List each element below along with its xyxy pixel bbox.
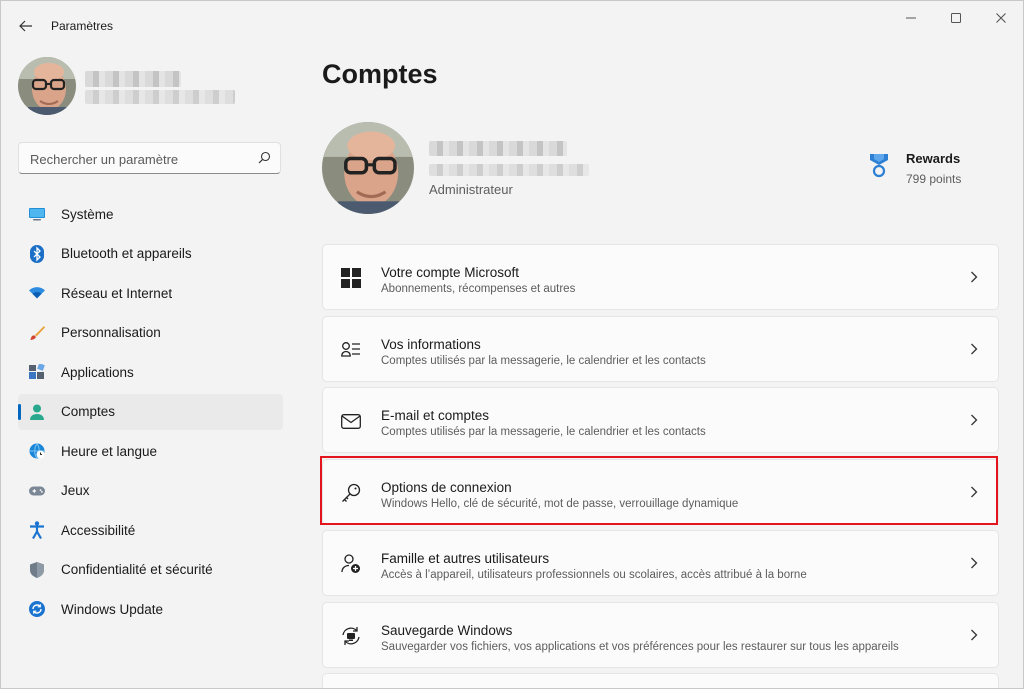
card-sauvegarde-windows[interactable]: Sauvegarde Windows Sauvegarder vos fichi… <box>322 601 999 668</box>
account-email-redacted <box>429 164 589 176</box>
card-subtitle: Sauvegarder vos fichiers, vos applicatio… <box>381 640 899 653</box>
card-subtitle: Comptes utilisés par la messagerie, le c… <box>381 426 706 438</box>
chevron-right-icon <box>971 557 978 569</box>
sidebar-nav: Système Bluetooth et appareils Réseau et… <box>18 196 283 631</box>
sidebar-item-label: Comptes <box>61 404 116 419</box>
sidebar-item-applications[interactable]: Applications <box>18 354 283 390</box>
rewards-title[interactable]: Rewards <box>906 151 960 166</box>
page-title: Comptes <box>322 59 438 89</box>
sidebar-item-personnalisation[interactable]: Personnalisation <box>18 315 283 351</box>
chevron-right-icon <box>971 271 978 283</box>
back-button[interactable] <box>13 13 39 39</box>
sidebar-item-label: Bluetooth et appareils <box>61 246 192 261</box>
sidebar-item-label: Réseau et Internet <box>61 285 173 301</box>
settings-window: Paramètres S <box>0 0 1024 689</box>
globe-clock-icon <box>29 443 45 459</box>
sidebar-item-label: Applications <box>61 364 134 380</box>
mail-icon <box>340 410 362 432</box>
sidebar-item-confidentialite[interactable]: Confidentialité et sécurité <box>18 552 283 588</box>
sidebar-item-comptes[interactable]: Comptes <box>18 393 283 430</box>
maximize-button[interactable] <box>941 9 971 27</box>
key-icon <box>340 482 362 504</box>
windows-logo-icon <box>340 267 362 289</box>
sidebar-item-label: Heure et langue <box>61 443 158 459</box>
sidebar-item-jeux[interactable]: Jeux <box>18 473 283 509</box>
sidebar-item-accessibilite[interactable]: Accessibilité <box>18 512 283 548</box>
chevron-right-icon <box>971 343 978 354</box>
card-next-partial[interactable] <box>322 673 999 688</box>
card-title: E-mail et comptes <box>381 408 490 423</box>
account-role: Administrateur <box>429 182 513 197</box>
card-email-comptes[interactable]: E-mail et comptes Comptes utilisés par l… <box>322 387 999 453</box>
sidebar-item-bluetooth[interactable]: Bluetooth et appareils <box>18 236 283 272</box>
card-title: Famille et autres utilisateurs <box>381 551 550 566</box>
card-title: Votre compte Microsoft <box>381 265 520 280</box>
sidebar-item-heure-langue[interactable]: Heure et langue <box>18 433 283 469</box>
monitor-icon <box>29 206 45 222</box>
arrow-left-icon <box>19 20 32 32</box>
profile-email-redacted <box>85 90 235 104</box>
card-famille-utilisateurs[interactable]: Famille et autres utilisateurs Accès à l… <box>322 530 999 596</box>
search-box[interactable] <box>18 142 281 174</box>
sidebar-item-systeme[interactable]: Système <box>18 196 283 232</box>
chevron-right-icon <box>971 629 978 640</box>
title-bar: Paramètres <box>1 1 1023 49</box>
card-options-connexion[interactable]: Options de connexion Windows Hello, clé … <box>322 458 999 525</box>
close-button[interactable] <box>986 9 1016 27</box>
apps-icon <box>29 364 45 380</box>
sidebar-item-label: Accessibilité <box>61 522 136 538</box>
card-vos-informations[interactable]: Vos informations Comptes utilisés par la… <box>322 315 999 382</box>
sidebar-item-label: Système <box>61 206 114 222</box>
shield-icon <box>29 561 45 578</box>
maximize-icon <box>951 13 961 23</box>
gamepad-icon <box>29 483 45 499</box>
backup-icon <box>340 625 362 647</box>
account-avatar <box>322 122 414 214</box>
sidebar-item-label: Personnalisation <box>61 325 161 340</box>
card-subtitle: Windows Hello, clé de sécurité, mot de p… <box>381 497 739 510</box>
sidebar-item-reseau[interactable]: Réseau et Internet <box>18 275 283 311</box>
card-subtitle: Abonnements, récompenses et autres <box>381 283 576 295</box>
wifi-icon <box>29 285 45 301</box>
app-title: Paramètres <box>51 19 114 33</box>
sidebar-item-windows-update[interactable]: Windows Update <box>18 591 283 627</box>
person-card-icon <box>340 339 362 361</box>
brush-icon <box>29 325 45 341</box>
card-title: Options de connexion <box>381 479 512 495</box>
minimize-button[interactable] <box>896 9 926 27</box>
sidebar-item-label: Jeux <box>61 483 90 498</box>
card-subtitle: Accès à l’appareil, utilisateurs profess… <box>381 569 807 581</box>
search-input[interactable] <box>28 149 252 169</box>
sidebar-item-label: Confidentialité et sécurité <box>61 562 213 577</box>
card-title: Vos informations <box>381 336 481 352</box>
chevron-right-icon <box>971 414 978 426</box>
card-subtitle: Comptes utilisés par la messagerie, le c… <box>381 354 706 367</box>
sidebar-item-label: Windows Update <box>61 601 164 617</box>
medal-icon <box>867 153 891 184</box>
settings-card-list: Votre compte Microsoft Abonnements, réco… <box>322 244 999 688</box>
close-icon <box>996 13 1006 23</box>
accessibility-icon <box>29 521 45 539</box>
bluetooth-icon <box>29 244 45 263</box>
chevron-right-icon <box>971 486 978 497</box>
profile-avatar[interactable] <box>18 57 76 115</box>
person-add-icon <box>340 553 362 575</box>
card-title: Sauvegarde Windows <box>381 622 513 638</box>
profile-name-redacted <box>85 71 181 87</box>
rewards-points: 799 points <box>906 172 962 186</box>
update-icon <box>29 601 45 617</box>
search-icon <box>258 151 271 164</box>
card-microsoft-account[interactable]: Votre compte Microsoft Abonnements, réco… <box>322 244 999 310</box>
person-icon <box>29 404 45 420</box>
active-indicator <box>18 403 21 420</box>
account-name-redacted <box>429 141 567 156</box>
minimize-icon <box>906 17 916 19</box>
